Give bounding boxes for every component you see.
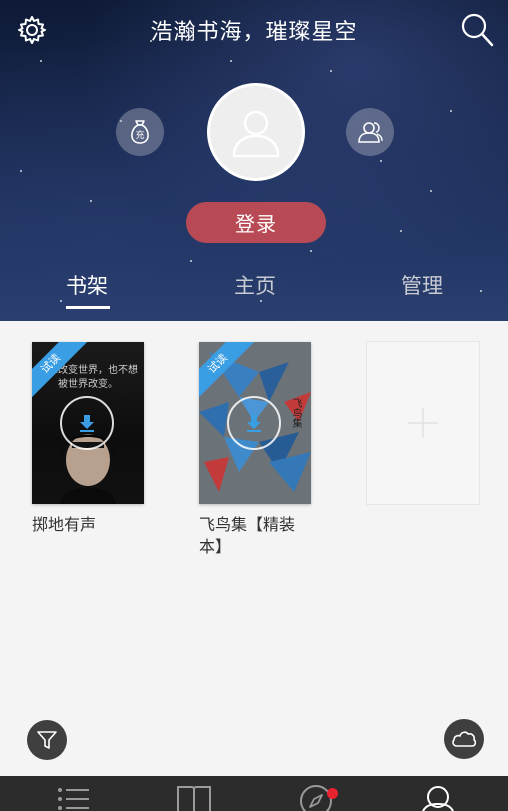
nav-profile[interactable] bbox=[418, 784, 458, 811]
download-button[interactable] bbox=[227, 396, 281, 450]
list-icon bbox=[58, 788, 89, 810]
book-title[interactable]: 掷地有声 bbox=[32, 514, 144, 536]
bottom-navigation bbox=[0, 776, 508, 811]
book-item[interactable]: 不想改变世界，也不想被世界改变。 试读 掷地有声 bbox=[32, 342, 144, 536]
user-avatar-icon bbox=[232, 110, 280, 158]
filter-button[interactable] bbox=[27, 720, 67, 760]
tab-home[interactable]: 主页 bbox=[234, 270, 276, 300]
cloud-sync-button[interactable] bbox=[444, 719, 484, 759]
page-title: 浩瀚书海，璀璨星空 bbox=[150, 20, 358, 45]
active-tab-indicator bbox=[66, 306, 110, 309]
friends-button[interactable] bbox=[346, 108, 394, 156]
book-item[interactable]: 飞鸟集 试读 飞鸟集【精装本】 bbox=[199, 342, 311, 558]
tab-bar: 书架 主页 管理 bbox=[0, 270, 508, 310]
nav-discover[interactable] bbox=[296, 784, 338, 811]
plus-icon bbox=[408, 408, 438, 438]
header: 浩瀚书海，璀璨星空 充 登录 书架 主页 管理 bbox=[0, 0, 508, 321]
book-cover[interactable]: 不想改变世界，也不想被世界改变。 试读 bbox=[32, 342, 144, 504]
nav-book[interactable] bbox=[174, 784, 214, 811]
cloud-icon bbox=[452, 731, 477, 747]
notification-dot bbox=[327, 788, 338, 799]
book-title[interactable]: 飞鸟集【精装本】 bbox=[199, 514, 311, 558]
svg-text:充: 充 bbox=[135, 129, 144, 141]
book-cover[interactable]: 飞鸟集 试读 bbox=[199, 342, 311, 504]
download-icon bbox=[80, 415, 94, 432]
download-icon bbox=[247, 415, 261, 432]
tab-manage[interactable]: 管理 bbox=[401, 270, 443, 300]
avatar[interactable] bbox=[207, 83, 305, 181]
download-button[interactable] bbox=[60, 396, 114, 450]
profile-icon bbox=[421, 786, 455, 811]
recharge-button[interactable]: 充 bbox=[116, 108, 164, 156]
search-button[interactable] bbox=[460, 12, 494, 48]
cover-text: 飞鸟集 bbox=[290, 398, 301, 428]
search-icon bbox=[461, 13, 494, 47]
add-book-button[interactable] bbox=[366, 341, 480, 505]
filter-icon bbox=[37, 731, 57, 749]
nav-list[interactable] bbox=[54, 784, 94, 811]
login-button[interactable]: 登录 bbox=[186, 202, 326, 243]
tab-bookshelf[interactable]: 书架 bbox=[66, 270, 108, 300]
book-icon bbox=[177, 786, 211, 811]
money-bag-icon: 充 bbox=[131, 120, 149, 144]
friends-icon bbox=[358, 122, 383, 143]
